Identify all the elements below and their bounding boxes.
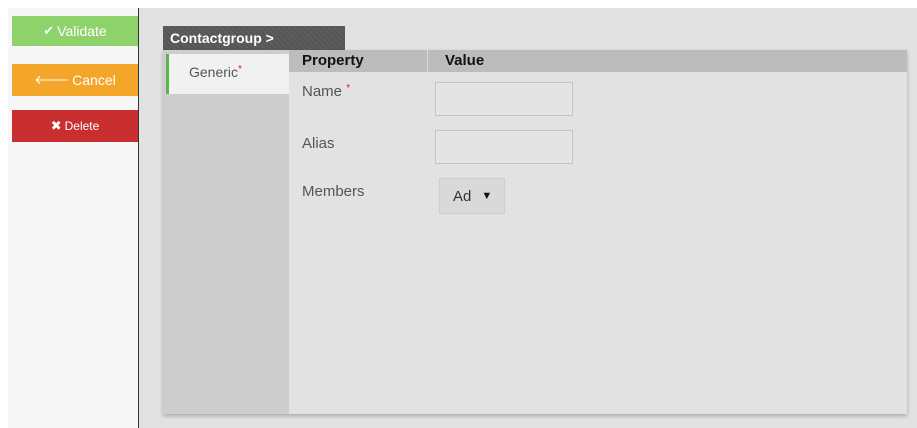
tab-column: Generic* xyxy=(163,50,289,414)
required-marker: * xyxy=(346,83,351,94)
cancel-button[interactable]: 🡐 Cancel xyxy=(12,64,138,96)
tab-generic-label: Generic xyxy=(189,64,239,80)
delete-button[interactable]: ✖ Delete xyxy=(12,110,138,142)
main-content: Contactgroup > Generic* Property Value N… xyxy=(139,8,917,428)
breadcrumb[interactable]: Contactgroup > xyxy=(163,26,345,50)
header-divider xyxy=(427,50,428,72)
caret-down-icon: ▼ xyxy=(481,190,493,202)
name-label: Name * xyxy=(302,83,350,100)
header-property: Property xyxy=(302,52,364,69)
check-icon: ✔ xyxy=(43,23,55,38)
header-value: Value xyxy=(445,52,485,69)
alias-field[interactable] xyxy=(435,130,573,164)
arrow-left-icon: 🡐 xyxy=(34,72,70,87)
delete-button-label: Delete xyxy=(64,119,100,133)
name-label-text: Name xyxy=(302,83,343,100)
members-select[interactable]: Ad ▼ xyxy=(439,178,505,214)
validate-button-label: Validate xyxy=(57,23,107,39)
x-icon: ✖ xyxy=(50,118,62,133)
required-marker: * xyxy=(238,64,242,75)
cancel-button-label: Cancel xyxy=(72,72,116,88)
tab-generic[interactable]: Generic* xyxy=(166,54,289,94)
validate-button[interactable]: ✔ Validate xyxy=(12,16,138,46)
members-label: Members xyxy=(302,183,365,200)
alias-label: Alias xyxy=(302,135,335,152)
object-form-panel: Generic* Property Value Name * Alias Mem… xyxy=(163,50,907,414)
property-grid-header: Property Value xyxy=(289,50,907,72)
name-field[interactable] xyxy=(435,82,573,116)
left-action-sidebar: ✔ Validate 🡐 Cancel ✖ Delete xyxy=(8,8,139,428)
members-selected-value: Ad xyxy=(453,187,472,205)
